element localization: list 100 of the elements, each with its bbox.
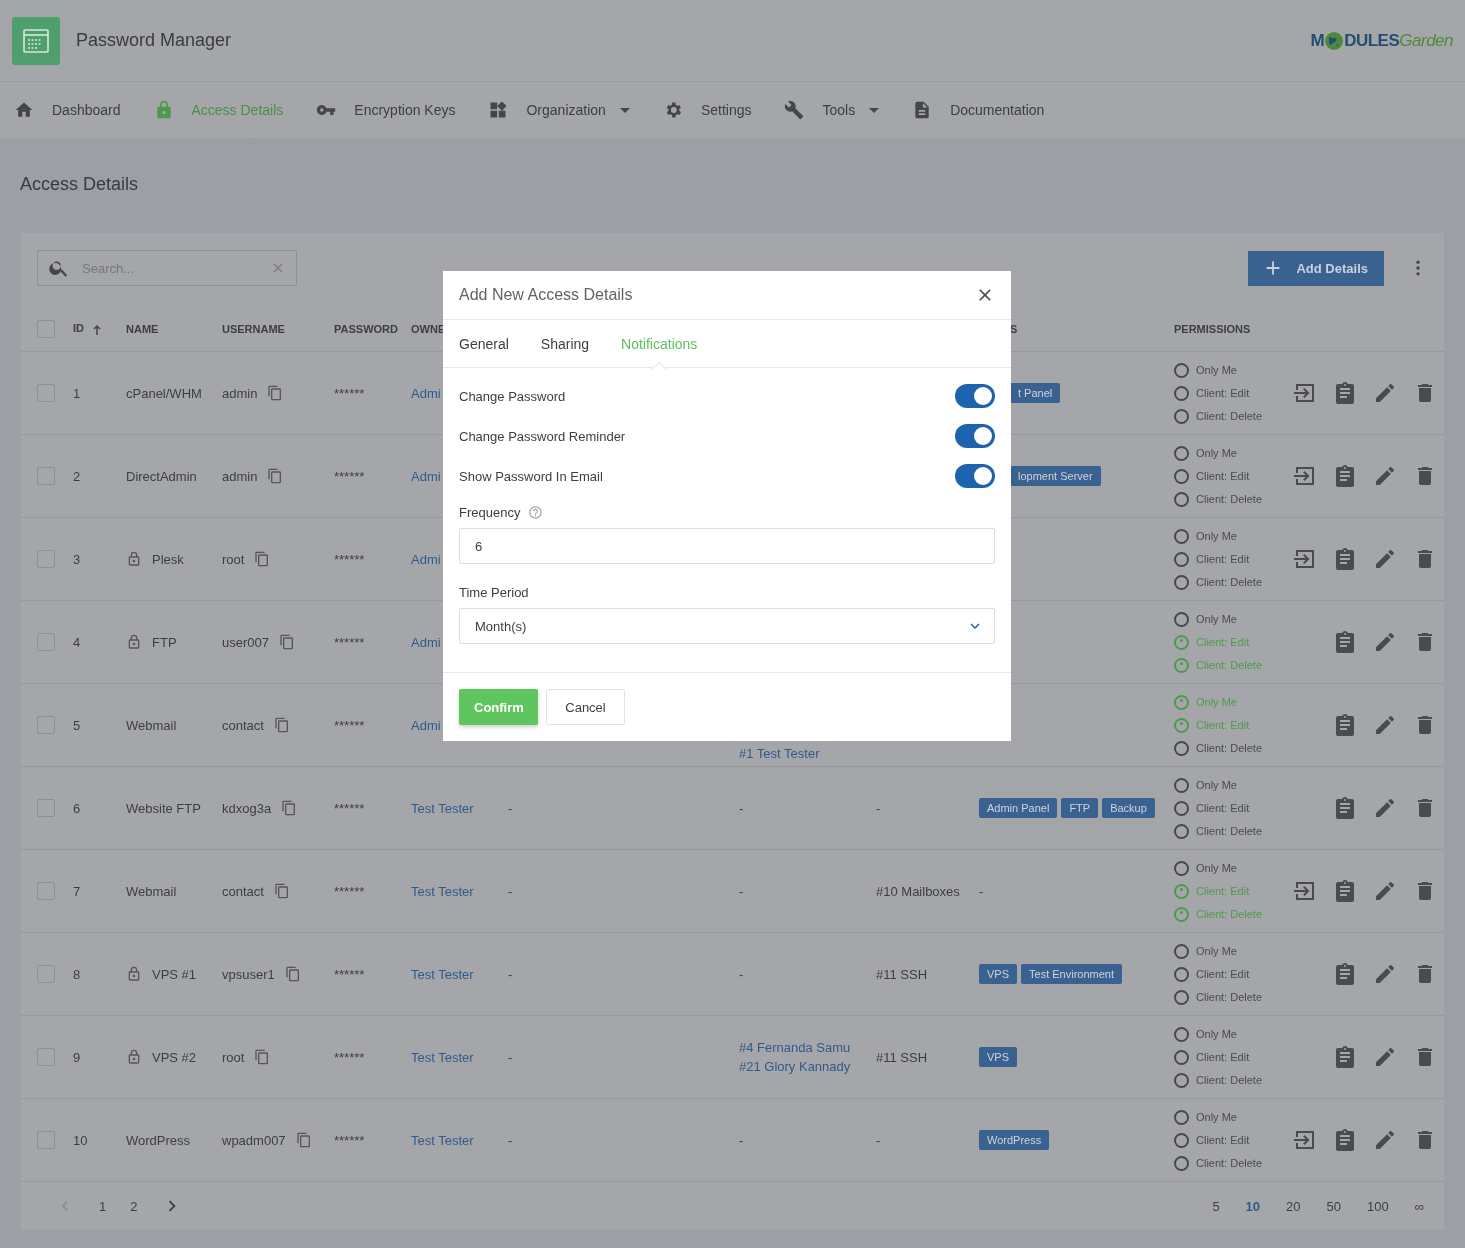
radio-button[interactable] [1174, 1109, 1189, 1125]
radio-button[interactable] [1174, 1155, 1189, 1171]
toggle-switch[interactable] [955, 464, 995, 488]
frequency-field[interactable]: 6 [459, 528, 995, 564]
owner-link[interactable]: Admi [411, 634, 441, 650]
page-link[interactable]: 1 [99, 1198, 107, 1214]
radio-button[interactable] [1174, 860, 1189, 876]
login-icon[interactable] [1293, 464, 1317, 488]
edit-icon[interactable] [1373, 1045, 1397, 1069]
copy-icon[interactable] [284, 966, 301, 982]
owner-link[interactable]: Admi [411, 468, 441, 484]
radio-button[interactable] [1174, 408, 1189, 424]
column-header[interactable]: PASSWORD [334, 323, 398, 335]
edit-icon[interactable] [1373, 547, 1397, 571]
copy-icon[interactable] [254, 1049, 271, 1065]
copy-icon[interactable] [295, 1132, 312, 1148]
clipboard-icon[interactable] [1333, 464, 1357, 488]
radio-button[interactable] [1174, 1072, 1189, 1088]
page-size-option[interactable]: ∞ [1414, 1198, 1424, 1214]
page-size-option[interactable]: 20 [1286, 1198, 1301, 1214]
radio-button[interactable] [1174, 657, 1189, 673]
owner-link[interactable]: Admi [411, 717, 441, 733]
shared-user-link[interactable]: #4 Fernanda Samu [739, 1040, 876, 1055]
radio-button[interactable] [1174, 1026, 1189, 1042]
clipboard-icon[interactable] [1333, 1045, 1357, 1069]
edit-icon[interactable] [1373, 796, 1397, 820]
radio-button[interactable] [1174, 611, 1189, 627]
owner-link[interactable]: Admi [411, 551, 441, 567]
shared-user-link[interactable]: #1 Test Tester [739, 746, 876, 761]
column-header[interactable]: NAME [126, 323, 159, 335]
radio-button[interactable] [1174, 883, 1189, 899]
radio-button[interactable] [1174, 634, 1189, 650]
clipboard-icon[interactable] [1333, 796, 1357, 820]
shared-user-link[interactable]: #21 Glory Kannady [739, 1059, 876, 1074]
clipboard-icon[interactable] [1333, 713, 1357, 737]
login-icon[interactable] [1293, 879, 1317, 903]
toggle-switch[interactable] [955, 384, 995, 408]
time-period-select[interactable]: Month(s) [459, 608, 995, 644]
nav-item[interactable]: Tools [784, 100, 880, 120]
dialog-tab[interactable]: Notifications [621, 335, 698, 352]
nav-item[interactable]: Documentation [912, 100, 1045, 120]
owner-link[interactable]: Test Tester [411, 1049, 474, 1065]
cancel-button[interactable]: Cancel [546, 689, 625, 725]
radio-button[interactable] [1174, 740, 1189, 756]
clipboard-icon[interactable] [1333, 547, 1357, 571]
radio-button[interactable] [1174, 574, 1189, 590]
radio-button[interactable] [1174, 800, 1189, 816]
owner-link[interactable]: Test Tester [411, 883, 474, 899]
add-details-button[interactable]: Add Details [1248, 250, 1384, 286]
page-size-option[interactable]: 10 [1245, 1198, 1261, 1214]
page-size-option[interactable]: 5 [1212, 1198, 1220, 1214]
copy-icon[interactable] [267, 468, 284, 484]
radio-button[interactable] [1174, 362, 1189, 378]
radio-button[interactable] [1174, 528, 1189, 544]
clipboard-icon[interactable] [1333, 630, 1357, 654]
clipboard-icon[interactable] [1333, 962, 1357, 986]
copy-icon[interactable] [273, 883, 290, 899]
copy-icon[interactable] [279, 634, 295, 650]
column-header[interactable]: S [1010, 323, 1018, 335]
radio-button[interactable] [1174, 1132, 1189, 1148]
page-size-option[interactable]: 50 [1326, 1198, 1341, 1214]
edit-icon[interactable] [1373, 464, 1397, 488]
edit-icon[interactable] [1373, 962, 1397, 986]
radio-button[interactable] [1174, 694, 1189, 710]
radio-button[interactable] [1174, 491, 1189, 507]
dialog-tab[interactable]: General [459, 335, 509, 352]
copy-icon[interactable] [267, 385, 284, 401]
radio-button[interactable] [1174, 445, 1189, 461]
edit-icon[interactable] [1373, 1128, 1397, 1152]
dialog-tab[interactable]: Sharing [540, 335, 590, 352]
page-link[interactable]: 2 [130, 1198, 138, 1214]
login-icon[interactable] [1293, 381, 1317, 405]
clipboard-icon[interactable] [1333, 1128, 1357, 1152]
copy-icon[interactable] [281, 800, 298, 816]
radio-button[interactable] [1174, 468, 1189, 484]
radio-button[interactable] [1174, 777, 1189, 793]
radio-button[interactable] [1174, 966, 1189, 982]
edit-icon[interactable] [1373, 713, 1397, 737]
column-header[interactable]: PERMISSIONS [1174, 323, 1251, 335]
nav-item[interactable]: Settings [662, 100, 752, 120]
radio-button[interactable] [1174, 823, 1189, 839]
nav-item[interactable]: Encryption Keys [316, 100, 456, 120]
owner-link[interactable]: Test Tester [411, 966, 474, 982]
radio-button[interactable] [1174, 551, 1189, 567]
column-header[interactable]: OWNE [411, 323, 446, 335]
clipboard-icon[interactable] [1333, 381, 1357, 405]
login-icon[interactable] [1293, 1128, 1317, 1152]
radio-button[interactable] [1174, 989, 1189, 1005]
login-icon[interactable] [1293, 547, 1317, 571]
column-header[interactable]: USERNAME [222, 323, 285, 335]
owner-link[interactable]: Test Tester [411, 1132, 474, 1148]
toggle-switch[interactable] [955, 424, 995, 448]
column-header[interactable]: ID [73, 322, 102, 336]
owner-link[interactable]: Admi [411, 385, 441, 401]
nav-item[interactable]: Dashboard [14, 100, 121, 120]
radio-button[interactable] [1174, 385, 1189, 401]
radio-button[interactable] [1174, 1049, 1189, 1065]
nav-item[interactable]: Organization [488, 100, 630, 120]
page-size-option[interactable]: 100 [1367, 1198, 1389, 1214]
copy-icon[interactable] [254, 551, 271, 567]
